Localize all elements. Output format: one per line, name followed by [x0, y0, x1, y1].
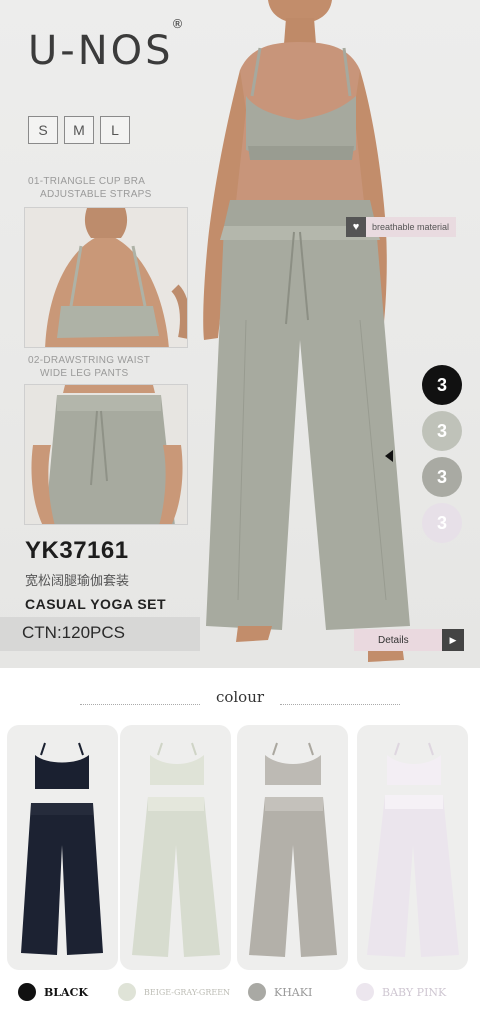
khaki-dot-icon — [248, 983, 266, 1001]
legend-black-label: BLACK — [44, 985, 88, 999]
legend-beige-gray-green: BEIGE-GRAY-GREEN — [118, 983, 230, 1001]
divider-right — [280, 704, 400, 705]
carton-quantity: CTN:120PCS — [22, 623, 125, 642]
legend-khaki-label: KHAKI — [274, 985, 313, 999]
legend-baby-pink: BABY PINK — [356, 983, 446, 1001]
black-dot-icon — [18, 983, 36, 1001]
color-count-beige-gray-green[interactable]: 3 — [422, 411, 462, 451]
color-count-baby-pink[interactable]: 3 — [422, 503, 462, 543]
product-name: CASUAL YOGA SET — [25, 596, 167, 612]
swatch-beige-gray-green[interactable] — [120, 725, 231, 970]
beige-gray-green-dot-icon — [118, 983, 136, 1001]
details-button[interactable]: Details ▶ — [354, 629, 464, 651]
brand-logo: U-NOS® — [28, 16, 187, 74]
color-count-khaki[interactable]: 3 — [422, 457, 462, 497]
color-count-black[interactable]: 3 — [422, 365, 462, 405]
heart-icon: ♥ — [346, 217, 366, 237]
swatch-baby-pink[interactable] — [357, 725, 468, 970]
bra-caption-line2: ADJUSTABLE STRAPS — [40, 189, 152, 200]
feature-tag-label: breathable material — [372, 222, 450, 232]
size-selector: S M L — [28, 116, 130, 144]
product-code: YK37161 — [25, 537, 129, 564]
colour-section-title: colour — [215, 688, 265, 706]
swatch-black[interactable] — [7, 725, 118, 970]
legend-black: BLACK — [18, 983, 88, 1001]
play-arrow-icon: ▶ — [442, 629, 464, 651]
feature-tag: ♥ breathable material — [346, 217, 456, 237]
legend-baby-pink-label: BABY PINK — [382, 985, 447, 999]
bra-caption-line1: 01-TRIANGLE CUP BRA — [28, 176, 146, 187]
details-label: Details — [354, 629, 442, 651]
pointer-arrow-icon — [385, 450, 393, 462]
model-image — [190, 0, 440, 668]
legend-khaki: KHAKI — [248, 983, 312, 1001]
pants-detail-image — [24, 384, 188, 525]
bra-detail-image — [24, 207, 188, 348]
size-option-m[interactable]: M — [64, 116, 94, 144]
baby-pink-dot-icon — [356, 983, 374, 1001]
swatch-khaki[interactable] — [237, 725, 348, 970]
size-option-l[interactable]: L — [100, 116, 130, 144]
size-option-s[interactable]: S — [28, 116, 58, 144]
pants-caption-line2: WIDE LEG PANTS — [40, 368, 129, 379]
pants-caption-line1: 02-DRAWSTRING WAIST — [28, 355, 151, 366]
product-chinese-name: 宽松阔腿瑜伽套装 — [25, 574, 130, 589]
legend-beige-gray-green-label: BEIGE-GRAY-GREEN — [144, 987, 231, 997]
